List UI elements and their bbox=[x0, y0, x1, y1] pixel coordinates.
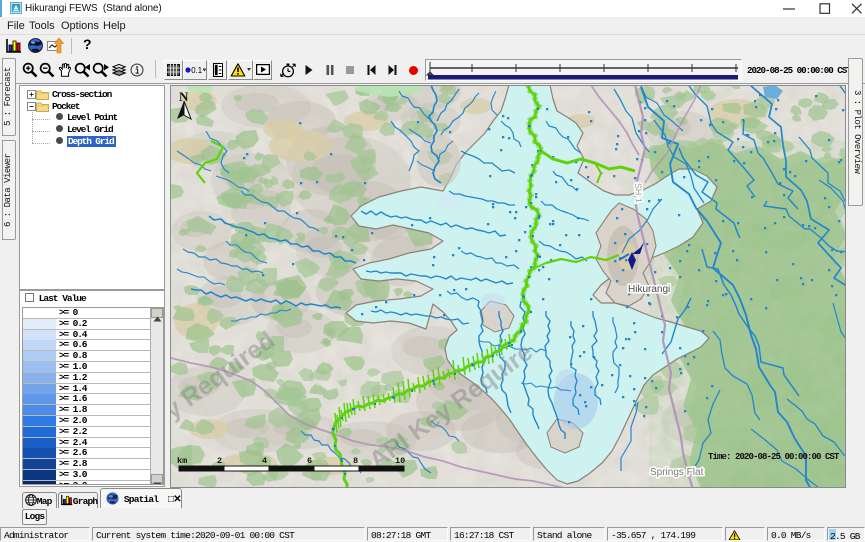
svg-text:Hikurangi: Hikurangi bbox=[628, 284, 670, 295]
svg-text:Time: 2020-08-25 00:00:00 CST: Time: 2020-08-25 00:00:00 CST bbox=[708, 452, 840, 462]
svg-text:10: 10 bbox=[395, 456, 405, 466]
svg-text:km: km bbox=[177, 456, 187, 466]
svg-text:Springs Flat: Springs Flat bbox=[650, 467, 704, 478]
svg-text:2: 2 bbox=[217, 456, 222, 466]
svg-text:6: 6 bbox=[307, 456, 312, 466]
svg-text:4: 4 bbox=[262, 456, 267, 466]
svg-text:SH 1: SH 1 bbox=[633, 183, 644, 204]
svg-text:8: 8 bbox=[353, 456, 358, 466]
svg-text:0.1: 0.1 bbox=[191, 66, 202, 75]
